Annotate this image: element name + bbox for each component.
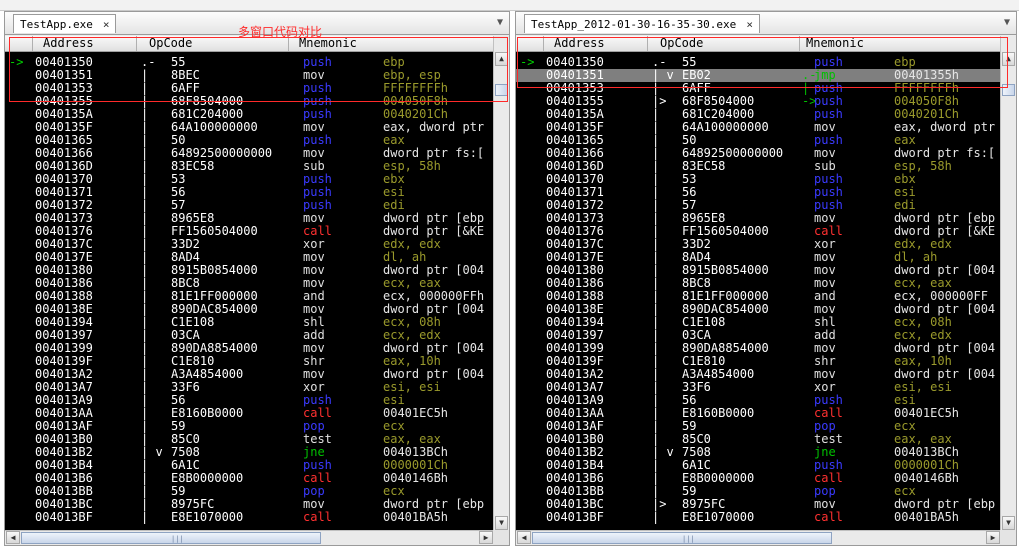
scroll-down-icon[interactable]: ▼ <box>495 516 508 530</box>
disassembly-pane-left: TestApp.exe × ▼ Address OpCode Mnemonic -… <box>4 11 510 546</box>
vertical-scrollbar[interactable]: ▲ ▼ <box>493 36 509 532</box>
disassembly-listing[interactable]: -> 00401350 .- 55 push ebp 00401351 | 8BEC mov ebp… <box>5 52 493 532</box>
scroll-corner <box>493 530 509 545</box>
tab-testapp-snapshot[interactable]: TestApp_2012-01-30-16-35-30.exe × <box>524 14 760 33</box>
operand-cell: 00401BA5h <box>894 510 960 524</box>
close-icon[interactable]: × <box>103 15 110 34</box>
tab-bar: TestApp_2012-01-30-16-35-30.exe × ▼ <box>516 12 1016 35</box>
disassembly-pane-right: TestApp_2012-01-30-16-35-30.exe × ▼ Addre… <box>515 11 1017 546</box>
header-marker-column[interactable] <box>5 36 33 51</box>
horizontal-scrollbar[interactable]: ◀ ||| ▶ <box>5 530 493 545</box>
instruction-row[interactable]: 004013BF | E8E1070000 call 00401BA5h <box>5 511 493 524</box>
header-address[interactable]: Address <box>33 36 137 51</box>
opcode-cell: E8E1070000 <box>171 510 244 524</box>
scroll-up-icon[interactable]: ▲ <box>495 52 508 66</box>
disassembly-listing[interactable]: -> 00401350 .- 55 push ebp 00401351 | v EB02 .- jm… <box>516 52 1000 532</box>
current-instruction-arrow-icon: -> <box>520 55 535 69</box>
jump-line-glyph: | <box>141 510 149 524</box>
tab-menu-icon[interactable]: ▼ <box>1004 17 1010 28</box>
scroll-right-icon[interactable]: ▶ <box>986 531 1000 544</box>
opcode-cell: E8E1070000 <box>682 510 755 524</box>
horizontal-scroll-thumb[interactable]: ||| <box>21 532 321 544</box>
close-icon[interactable]: × <box>746 15 753 34</box>
annotation-label: 多窗口代码对比 <box>238 25 323 39</box>
mnemonic-cell: call <box>814 510 843 524</box>
operand-cell: 00401BA5h <box>383 510 449 524</box>
instruction-row[interactable]: 004013BF | E8E1070000 call 00401BA5h <box>516 511 1000 524</box>
horizontal-scrollbar[interactable]: ◀ ||| ▶ <box>516 530 1000 545</box>
tab-menu-icon[interactable]: ▼ <box>497 17 503 28</box>
tab-testapp[interactable]: TestApp.exe × <box>13 14 117 34</box>
tab-label: TestApp_2012-01-30-16-35-30.exe <box>531 18 737 31</box>
current-instruction-arrow-icon: -> <box>9 55 24 69</box>
header-mnemonic[interactable]: Mnemonic <box>800 36 1002 51</box>
scroll-down-icon[interactable]: ▼ <box>1002 516 1015 530</box>
mnemonic-cell: call <box>303 510 332 524</box>
jump-line-glyph: | <box>652 510 660 524</box>
scroll-corner <box>1000 530 1016 545</box>
address-cell: 004013BF <box>546 510 604 524</box>
scroll-left-icon[interactable]: ◀ <box>517 531 531 544</box>
top-edge <box>0 0 1019 11</box>
vertical-scrollbar[interactable]: ▲ ▼ <box>1000 36 1016 532</box>
grip-icon: ||| <box>171 535 184 543</box>
header-marker-column[interactable] <box>516 36 544 51</box>
grip-icon: ||| <box>682 535 695 543</box>
horizontal-scroll-thumb[interactable]: ||| <box>532 532 832 544</box>
column-header: Address OpCode Mnemonic <box>516 36 1000 52</box>
scroll-thumb[interactable] <box>1002 84 1015 96</box>
tab-label: TestApp.exe <box>20 18 93 31</box>
scroll-thumb[interactable] <box>495 84 508 96</box>
scroll-left-icon[interactable]: ◀ <box>6 531 20 544</box>
header-opcode[interactable]: OpCode <box>648 36 800 51</box>
header-address[interactable]: Address <box>544 36 648 51</box>
address-cell: 004013BF <box>35 510 93 524</box>
scroll-up-icon[interactable]: ▲ <box>1002 52 1015 66</box>
scroll-right-icon[interactable]: ▶ <box>479 531 493 544</box>
